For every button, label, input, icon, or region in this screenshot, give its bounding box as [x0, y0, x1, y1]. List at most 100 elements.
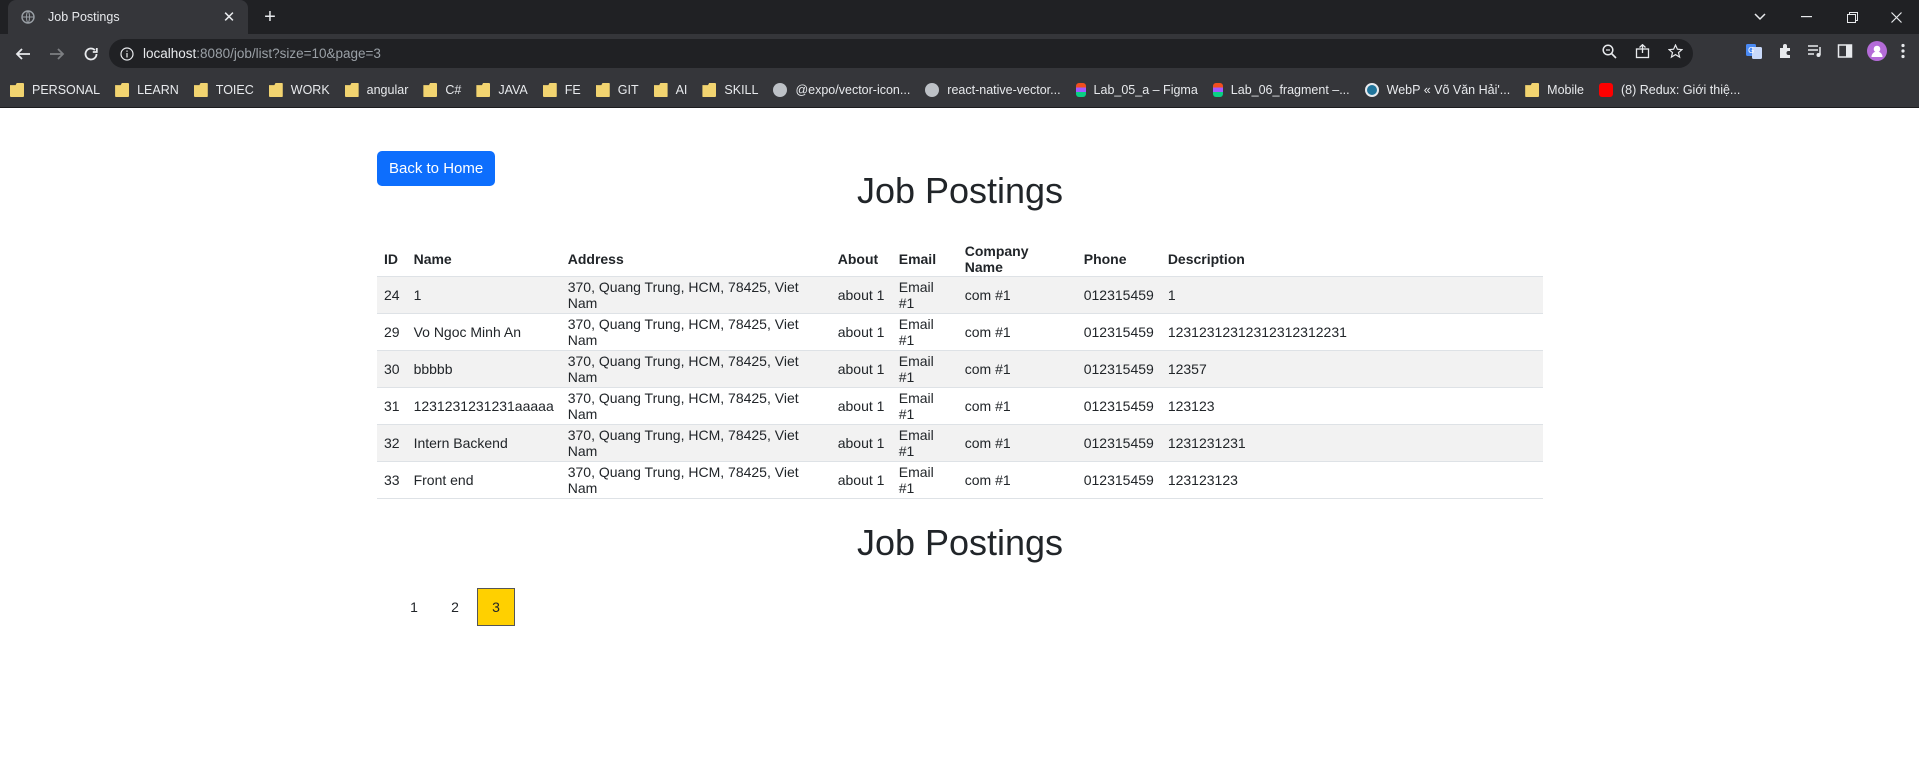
bookmark-item[interactable]: @expo/vector-icon...: [773, 83, 910, 97]
bookmark-label: TOIEC: [215, 83, 254, 97]
column-header: Phone: [1076, 242, 1161, 277]
table-cell: about 1: [830, 424, 892, 462]
table-body: 24 1 370, Quang Trung, HCM, 78425, Viet Na…: [377, 276, 1543, 499]
back-arrow-icon[interactable]: [8, 39, 38, 69]
table-row: 30 bbbbb 370, Quang Trung, HCM, 78425, Vie…: [377, 350, 1543, 388]
table-cell: Email #1: [891, 387, 958, 425]
table-cell: Email #1: [891, 461, 958, 499]
table-cell: 1231231231231aaaaa: [406, 387, 561, 425]
info-icon[interactable]: [119, 46, 135, 62]
table-row: 31 1231231231231aaaaa 370, Quang Trung, HC…: [377, 387, 1543, 425]
profile-avatar-icon[interactable]: [1867, 41, 1887, 66]
folder-icon: [115, 83, 130, 97]
tab-strip: Job Postings ✕ +: [0, 0, 1919, 34]
close-window-button[interactable]: [1873, 0, 1919, 34]
media-queue-icon[interactable]: [1807, 43, 1823, 64]
page-link[interactable]: 3: [477, 588, 515, 626]
youtube-icon: [1599, 83, 1613, 97]
bookmark-item[interactable]: JAVA: [476, 83, 528, 97]
zoom-icon[interactable]: [1602, 43, 1617, 64]
close-tab-icon[interactable]: ✕: [220, 8, 238, 26]
bookmark-item[interactable]: C#: [423, 83, 461, 97]
table-cell: 370, Quang Trung, HCM, 78425, Viet Nam: [560, 313, 831, 351]
table-cell: 1231231231: [1160, 424, 1543, 462]
table-cell: about 1: [830, 387, 892, 425]
bookmark-item[interactable]: (8) Redux: Giới thiệ...: [1599, 83, 1740, 97]
table-cell: Email #1: [891, 424, 958, 462]
table-cell: 370, Quang Trung, HCM, 78425, Viet Nam: [560, 387, 831, 425]
table-row: 29 Vo Ngoc Minh An 370, Quang Trung, HCM, …: [377, 313, 1543, 351]
figma-icon: [1075, 83, 1086, 97]
bookmark-item[interactable]: WORK: [268, 83, 330, 97]
table-cell: 32: [377, 424, 407, 462]
table-cell: 012315459: [1076, 313, 1161, 351]
bookmark-item[interactable]: SKILL: [702, 83, 758, 97]
folder-icon: [702, 83, 717, 97]
table-cell: 12357: [1160, 350, 1543, 388]
kebab-menu-icon[interactable]: [1901, 43, 1905, 64]
column-header: About: [830, 242, 892, 277]
column-header: Email: [891, 242, 958, 277]
extensions-puzzle-icon[interactable]: [1777, 43, 1793, 64]
table-cell: 370, Quang Trung, HCM, 78425, Viet Nam: [560, 350, 831, 388]
table-cell: 1: [406, 276, 561, 314]
side-panel-icon[interactable]: [1837, 43, 1853, 64]
reload-icon[interactable]: [76, 39, 106, 69]
column-header: Description: [1160, 242, 1543, 277]
browser-tab[interactable]: Job Postings ✕: [8, 0, 248, 34]
address-bar[interactable]: localhost:8080/job/list?size=10&page=3: [109, 39, 1693, 68]
bookmark-item[interactable]: react-native-vector...: [925, 83, 1061, 97]
bookmark-star-icon[interactable]: [1667, 43, 1684, 64]
table-cell: 123123123: [1160, 461, 1543, 499]
bookmark-item[interactable]: Lab_05_a – Figma: [1075, 83, 1198, 97]
table-cell: 30: [377, 350, 407, 388]
table-cell: 24: [377, 276, 407, 314]
table-cell: 012315459: [1076, 276, 1161, 314]
tab-title: Job Postings: [48, 10, 120, 24]
page-link[interactable]: 1: [395, 588, 433, 626]
bookmark-item[interactable]: TOIEC: [193, 83, 254, 97]
table-cell: 370, Quang Trung, HCM, 78425, Viet Nam: [560, 461, 831, 499]
bookmark-item[interactable]: GIT: [595, 83, 639, 97]
table-cell: com #1: [957, 461, 1077, 499]
table-cell: 012315459: [1076, 424, 1161, 462]
wordpress-icon: [1364, 83, 1379, 97]
bookmark-item[interactable]: Mobile: [1525, 83, 1584, 97]
translate-extension-icon[interactable]: G: [1745, 42, 1763, 65]
table-cell: Front end: [406, 461, 561, 499]
bookmark-item[interactable]: PERSONAL: [10, 83, 100, 97]
bookmark-item[interactable]: Lab_06_fragment –...: [1212, 83, 1350, 97]
table-cell: 370, Quang Trung, HCM, 78425, Viet Nam: [560, 276, 831, 314]
table-header-row: ID Name Address About Email Company Name Phone…: [377, 242, 1543, 277]
extension-toolbar: G: [1745, 41, 1905, 66]
bookmark-label: AI: [675, 83, 688, 97]
table-cell: Intern Backend: [406, 424, 561, 462]
folder-icon: [653, 83, 668, 97]
url-path: :8080/job/list?size=10&page=3: [196, 46, 381, 61]
share-icon[interactable]: [1635, 43, 1650, 64]
table-cell: 33: [377, 461, 407, 499]
restore-button[interactable]: [1829, 0, 1875, 34]
page-link[interactable]: 2: [436, 588, 474, 626]
table-cell: 370, Quang Trung, HCM, 78425, Viet Nam: [560, 424, 831, 462]
column-header: Address: [560, 242, 831, 277]
minimize-button[interactable]: [1783, 0, 1829, 34]
table-cell: about 1: [830, 350, 892, 388]
table-cell: 012315459: [1076, 387, 1161, 425]
forward-arrow-icon[interactable]: [42, 39, 72, 69]
table-row: 33 Front end 370, Quang Trung, HCM, 78425,…: [377, 461, 1543, 499]
new-tab-button[interactable]: +: [258, 5, 282, 29]
folder-icon: [193, 83, 208, 97]
tab-search-icon[interactable]: [1737, 0, 1783, 34]
url-host: localhost: [143, 46, 197, 61]
bookmark-item[interactable]: WebP « Võ Văn Hải'...: [1364, 83, 1510, 97]
bookmark-item[interactable]: FE: [542, 83, 581, 97]
bookmark-item[interactable]: AI: [653, 83, 688, 97]
column-header: Company Name: [957, 242, 1077, 277]
page-content: Back to Home Job Postings ID Name Address A…: [0, 108, 1919, 759]
pagination: 123: [395, 588, 518, 626]
table-cell: Email #1: [891, 276, 958, 314]
bookmark-item[interactable]: angular: [344, 83, 408, 97]
table-cell: 1: [1160, 276, 1543, 314]
bookmark-item[interactable]: LEARN: [115, 83, 179, 97]
